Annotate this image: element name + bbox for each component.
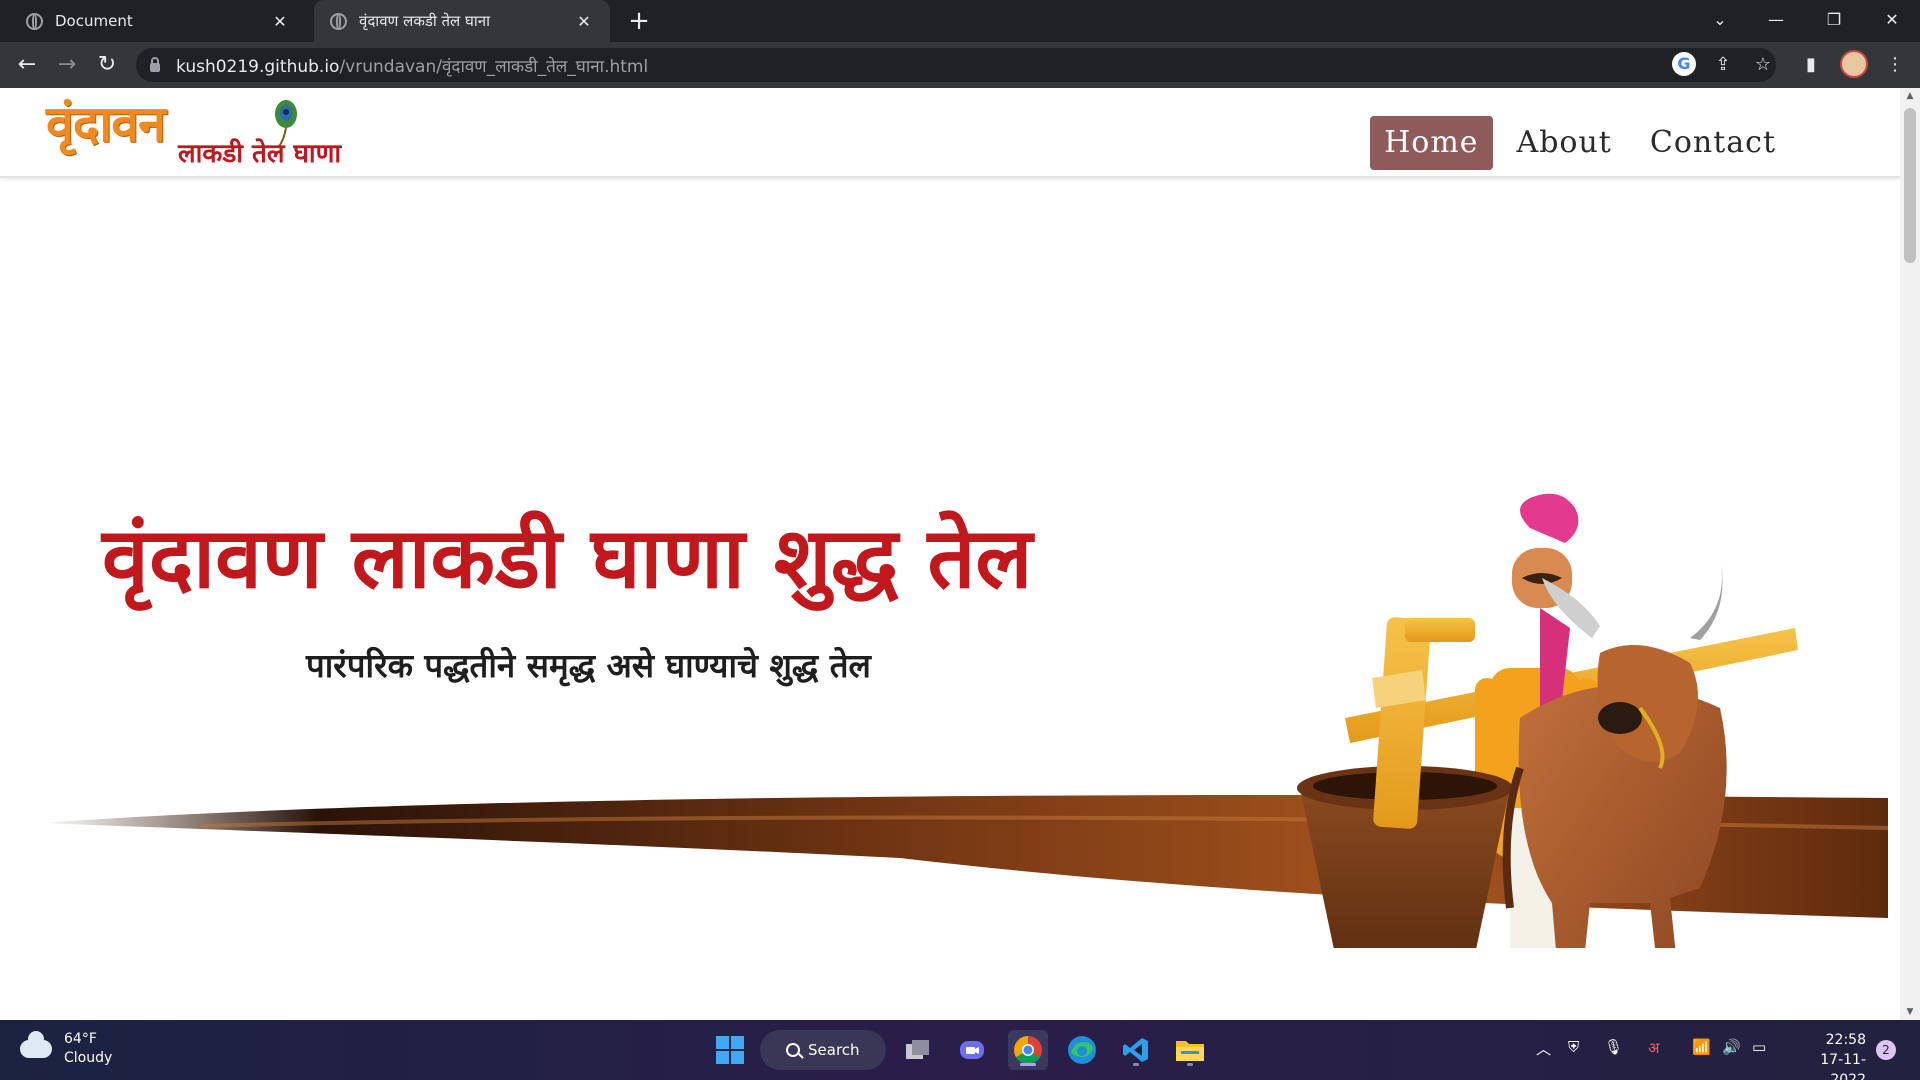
globe-icon — [330, 12, 347, 30]
edge-icon — [1068, 1036, 1096, 1064]
menu-kebab-icon[interactable]: ⋮ — [1882, 52, 1908, 78]
clock-date: 17-11-2022 — [1820, 1052, 1866, 1080]
restore-button[interactable]: ❐ — [1806, 0, 1862, 42]
forward-button[interactable]: → — [50, 48, 84, 82]
microphone-icon[interactable]: 🎙 — [1604, 1038, 1623, 1056]
site-logo[interactable]: वृंदावन लाकडी तेल घाणा — [46, 94, 416, 174]
scroll-down-arrow-icon[interactable]: ▼ — [1900, 1004, 1920, 1020]
battery-icon[interactable]: ▭ — [1752, 1038, 1766, 1056]
edge-taskbar-button[interactable] — [1062, 1030, 1102, 1070]
nav-home[interactable]: Home — [1370, 116, 1493, 170]
weather-desc: Cloudy — [64, 1050, 113, 1066]
tab-search-chevron-icon[interactable]: ⌄ — [1692, 0, 1748, 42]
ghana-mortar — [1297, 617, 1513, 948]
browser-tab-bar: Document ✕ वृंदावण लकडी तेल घाना ✕ + ⌄ —… — [0, 0, 1920, 42]
weather-temp: 64°F — [64, 1031, 97, 1047]
share-icon[interactable]: ⇪ — [1710, 52, 1736, 78]
scroll-up-arrow-icon[interactable]: ▲ — [1900, 88, 1920, 104]
browser-toolbar: ← → ↻ kush0219.github.io/vrundavan/वृंदा… — [0, 42, 1920, 88]
volume-icon[interactable]: 🔊 — [1722, 1038, 1741, 1056]
nav-about[interactable]: About — [1503, 116, 1626, 170]
file-explorer-taskbar-button[interactable] — [1170, 1030, 1210, 1070]
nav-contact[interactable]: Contact — [1636, 116, 1790, 170]
close-window-button[interactable]: ✕ — [1864, 0, 1920, 42]
chrome-icon — [1014, 1036, 1042, 1064]
clock-time: 22:58 — [1825, 1032, 1866, 1048]
browser-tab-document[interactable]: Document ✕ — [10, 0, 306, 42]
globe-icon — [26, 12, 43, 30]
task-view-icon — [906, 1040, 929, 1059]
running-indicator — [1187, 1063, 1193, 1066]
task-view-button[interactable] — [898, 1030, 938, 1070]
minimize-button[interactable]: — — [1748, 0, 1804, 42]
chrome-taskbar-button[interactable] — [1008, 1030, 1048, 1070]
lock-icon — [150, 56, 160, 72]
reload-button[interactable]: ↻ — [90, 48, 124, 82]
windows-taskbar: 64°F Cloudy Search ︿ ⛨ 🎙 अ 📶 🔊 ▭ 22:58 1… — [0, 1020, 1920, 1080]
logo-main-text: वृंदावन — [46, 94, 166, 153]
tab-title: वृंदावण लकडी तेल घाना — [359, 12, 490, 30]
chat-icon — [960, 1041, 984, 1059]
scroll-thumb[interactable] — [1904, 108, 1916, 263]
system-clock[interactable]: 22:58 17-11-2022 — [1790, 1030, 1866, 1080]
teams-chat-button[interactable] — [952, 1030, 992, 1070]
show-hidden-icons-chevron[interactable]: ︿ — [1536, 1038, 1551, 1059]
close-tab-icon[interactable]: ✕ — [270, 12, 290, 31]
url-text: kush0219.github.io/vrundavan/वृंदावण_लाक… — [176, 56, 649, 77]
side-panel-icon[interactable]: ▮ — [1798, 52, 1824, 78]
page-viewport: वृंदावन लाकडी तेल घाणा Home About Contac… — [0, 88, 1900, 1020]
hero-title: वृंदावण लाकडी घाणा शुद्ध तेल — [102, 508, 1033, 607]
vscode-icon — [1123, 1038, 1148, 1062]
hero-subtitle: पारंपरिक पद्धतीने समृद्ध असे घाण्याचे शु… — [306, 646, 871, 685]
ime-indicator[interactable]: अ — [1648, 1038, 1659, 1058]
notification-badge[interactable]: 2 — [1876, 1040, 1896, 1060]
cloud-icon — [20, 1031, 52, 1058]
browser-tab-vrundavan[interactable]: वृंदावण लकडी तेल घाना ✕ — [314, 0, 610, 42]
page-scrollbar[interactable]: ▲ ▼ — [1900, 88, 1920, 1020]
close-tab-icon[interactable]: ✕ — [574, 12, 594, 31]
start-button[interactable] — [710, 1030, 750, 1070]
main-nav: Home About Contact — [1370, 116, 1790, 170]
google-lens-icon[interactable]: G — [1672, 52, 1696, 76]
search-label: Search — [808, 1041, 860, 1059]
running-indicator — [1133, 1063, 1139, 1066]
logo-sub-text: लाकडी तेल घाणा — [178, 139, 342, 169]
profile-avatar[interactable] — [1840, 50, 1868, 78]
wifi-icon[interactable]: 📶 — [1692, 1038, 1711, 1056]
taskbar-search[interactable]: Search — [760, 1030, 886, 1070]
back-button[interactable]: ← — [10, 48, 44, 82]
tab-title: Document — [55, 12, 133, 30]
defender-shield-icon[interactable]: ⛨ — [1568, 1038, 1579, 1056]
weather-widget[interactable]: 64°F Cloudy — [20, 1030, 112, 1068]
windows-logo-icon — [716, 1036, 744, 1064]
hero-illustration — [40, 493, 1889, 948]
active-indicator — [1020, 1063, 1036, 1066]
bookmark-star-icon[interactable]: ☆ — [1750, 52, 1776, 78]
address-bar[interactable]: kush0219.github.io/vrundavan/वृंदावण_लाक… — [136, 48, 1776, 82]
new-tab-button[interactable]: + — [624, 6, 654, 36]
folder-icon — [1176, 1041, 1204, 1061]
site-header: वृंदावन लाकडी तेल घाणा Home About Contac… — [0, 88, 1900, 178]
vscode-taskbar-button[interactable] — [1116, 1030, 1156, 1070]
search-icon — [786, 1043, 800, 1057]
